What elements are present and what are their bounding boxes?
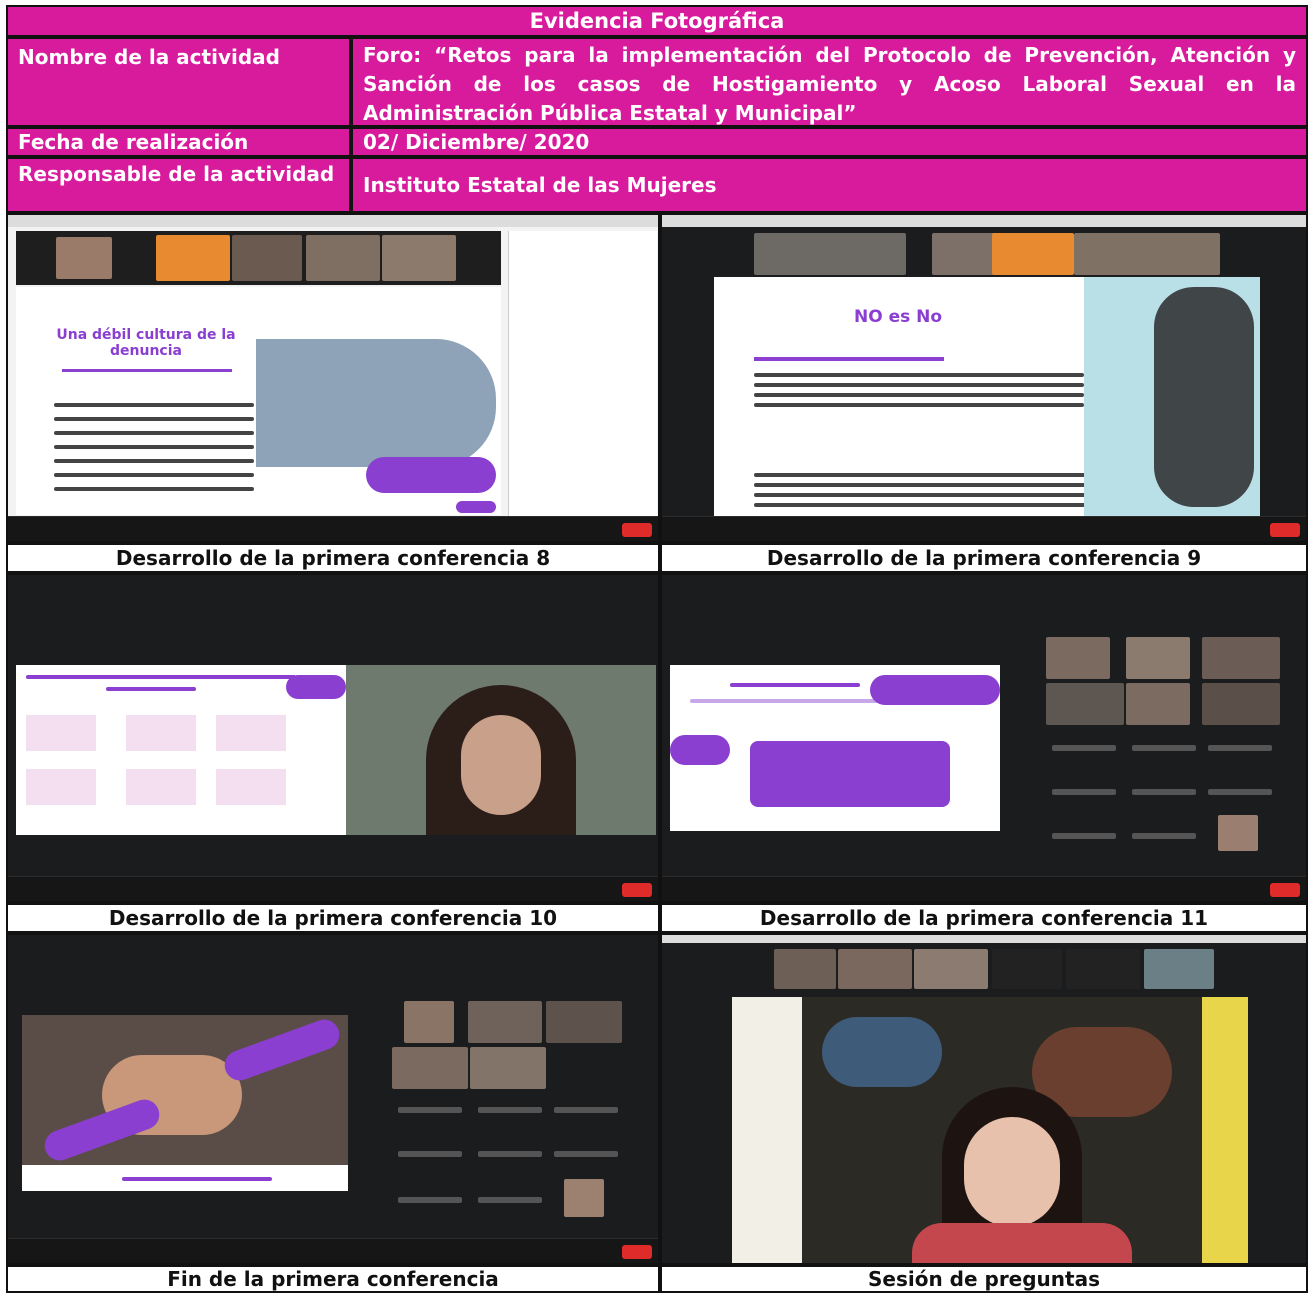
slide-title: NO es No <box>854 307 943 327</box>
meeting-toolbar <box>662 516 1306 541</box>
caption-conference-end: Fin de la primera conferencia <box>6 1265 660 1293</box>
activity-name-value: Foro: “Retos para la implementación del … <box>351 37 1308 127</box>
date-label: Fecha de realización <box>6 127 351 157</box>
caption-conference-8: Desarrollo de la primera conferencia 8 <box>6 543 660 573</box>
window-titlebar <box>662 935 1306 943</box>
meeting-toolbar <box>8 876 658 901</box>
evidence-sheet: Evidencia Fotográfica Nombre de la activ… <box>6 5 1308 1293</box>
participants-panel <box>508 231 657 521</box>
speaker-video <box>346 665 656 835</box>
photo-conference-8: Una débil cultura de la denuncia <box>6 213 660 543</box>
window-titlebar <box>8 215 658 227</box>
photo-questions-session <box>660 933 1308 1265</box>
caption-conference-10: Desarrollo de la primera conferencia 10 <box>6 903 660 933</box>
caption-conference-9: Desarrollo de la primera conferencia 9 <box>660 543 1308 573</box>
participant-strip <box>16 231 501 285</box>
meeting-toolbar <box>662 876 1306 901</box>
responsible-value: Instituto Estatal de las Mujeres <box>351 157 1308 213</box>
meeting-toolbar <box>8 1238 658 1263</box>
presentation-slide <box>670 665 1000 831</box>
slide-image <box>256 339 496 467</box>
presentation-slide: NO es No <box>714 277 1260 517</box>
slide-title: Una débil cultura de la denuncia <box>56 327 236 359</box>
photo-conference-10 <box>6 573 660 903</box>
activity-name-label: Nombre de la actividad <box>6 37 351 127</box>
photo-conference-end <box>6 933 660 1265</box>
photo-conference-9: NO es No <box>660 213 1308 543</box>
presentation-slide <box>16 665 346 835</box>
photo-conference-11 <box>660 573 1308 903</box>
caption-conference-11: Desarrollo de la primera conferencia 11 <box>660 903 1308 933</box>
presentation-slide <box>22 1015 348 1191</box>
sheet-title: Evidencia Fotográfica <box>6 5 1308 37</box>
date-value: 02/ Diciembre/ 2020 <box>351 127 1308 157</box>
speaker-video-with-artwork <box>732 997 1248 1263</box>
responsible-label: Responsable de la actividad <box>6 157 351 213</box>
caption-questions-session: Sesión de preguntas <box>660 1265 1308 1293</box>
presentation-slide: Una débil cultura de la denuncia <box>16 287 501 515</box>
meeting-toolbar <box>8 516 658 541</box>
window-titlebar <box>662 215 1306 227</box>
